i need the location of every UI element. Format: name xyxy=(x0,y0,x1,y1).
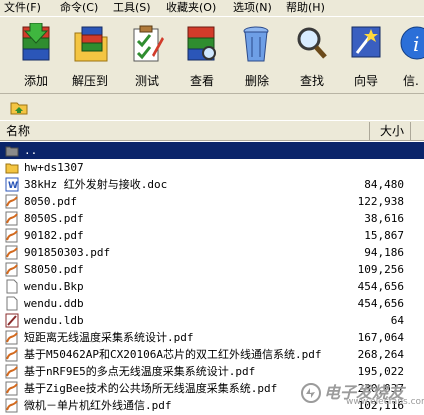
parent-folder-icon xyxy=(5,146,19,157)
pdf-file-icon xyxy=(5,228,18,243)
file-row[interactable]: wendu.Bkp 454,656 xyxy=(0,278,424,295)
file-size: 122,938 xyxy=(357,195,404,208)
file-name: wendu.ddb xyxy=(24,297,84,310)
delete-label: 删除 xyxy=(244,74,269,88)
test-button[interactable]: 测试 xyxy=(121,19,173,91)
file-row[interactable]: wendu.ddb 454,656 xyxy=(0,295,424,312)
database-file-icon xyxy=(5,313,19,328)
toolbar: 添加 解压到 测试 查看 删除 查找 向导 i 信. xyxy=(0,16,424,93)
address-bar xyxy=(0,93,424,121)
file-name: wendu.ldb xyxy=(24,314,84,327)
file-row[interactable]: 90182.pdf 15,867 xyxy=(0,227,424,244)
add-label: 添加 xyxy=(23,74,48,88)
menu-bar: 文件(F) 命令(C) 工具(S) 收藏夹(O) 选项(N) 帮助(H) xyxy=(0,0,424,15)
file-row[interactable]: W 38kHz 红外发射与接收.doc 84,480 xyxy=(0,176,424,193)
file-name: wendu.Bkp xyxy=(24,280,84,293)
pdf-file-icon xyxy=(5,245,18,260)
folder-icon xyxy=(5,163,19,174)
pdf-file-icon xyxy=(5,381,18,396)
menu-options[interactable]: 选项(N) xyxy=(233,0,272,15)
file-name: 微机－单片机红外线通信.pdf xyxy=(24,399,172,412)
file-row[interactable]: 8050.pdf 122,938 xyxy=(0,193,424,210)
pdf-file-icon xyxy=(5,262,18,277)
watermark: 电子发烧友 www.elecfans.com xyxy=(300,376,424,410)
file-size: 84,480 xyxy=(364,178,404,191)
parent-dir-row[interactable]: .. xyxy=(0,142,424,159)
file-name: hw+ds1307 xyxy=(24,161,84,174)
view-button[interactable]: 查看 xyxy=(176,19,228,91)
file-icon xyxy=(6,279,18,294)
pdf-file-icon xyxy=(5,398,18,413)
view-label: 查看 xyxy=(189,74,214,88)
view-books-icon xyxy=(187,26,216,61)
info-icon: i xyxy=(400,26,424,60)
menu-file[interactable]: 文件(F) xyxy=(4,0,41,15)
file-row[interactable]: 基于M50462AP和CX20106A芯片的双工红外线通信系统.pdf 268,2… xyxy=(0,346,424,363)
file-size: 454,656 xyxy=(357,280,404,293)
file-size: 94,186 xyxy=(364,246,404,259)
file-size: 167,064 xyxy=(357,331,404,344)
find-magnifier-icon xyxy=(297,27,327,59)
pdf-file-icon xyxy=(5,364,18,379)
file-size: 15,867 xyxy=(364,229,404,242)
file-row[interactable]: hw+ds1307 xyxy=(0,159,424,176)
word-doc-icon: W xyxy=(5,177,19,192)
file-name: 38kHz 红外发射与接收.doc xyxy=(24,178,168,191)
file-name: 8050.pdf xyxy=(24,195,77,208)
column-header-size[interactable]: 大小 xyxy=(371,122,411,140)
file-size: 268,264 xyxy=(357,348,404,361)
info-label: 信. xyxy=(403,74,419,88)
pdf-file-icon xyxy=(5,211,18,226)
file-row[interactable]: S8050.pdf 109,256 xyxy=(0,261,424,278)
file-size: 64 xyxy=(390,314,404,327)
file-list: 名称 大小 .. hw+ds1307 W 38kHz 红外发射与接收.doc 84,48… xyxy=(0,122,424,415)
extract-to-label: 解压到 xyxy=(71,74,108,88)
file-row[interactable]: 901850303.pdf 94,186 xyxy=(0,244,424,261)
list-header: 名称 大小 xyxy=(0,122,424,141)
svg-text:i: i xyxy=(413,32,419,56)
find-button[interactable]: 查找 xyxy=(286,19,338,91)
file-size: 38,616 xyxy=(364,212,404,225)
file-name: S8050.pdf xyxy=(24,263,84,276)
test-clipboard-icon xyxy=(133,25,164,62)
file-name: 短距离无线温度采集系统设计.pdf xyxy=(24,331,194,344)
watermark-logo-icon xyxy=(301,383,321,403)
menu-tools[interactable]: 工具(S) xyxy=(113,0,151,15)
extract-folder-icon xyxy=(74,26,108,62)
info-button[interactable]: i 信. xyxy=(395,19,424,91)
file-name: 基于ZigBee技术的公共场所无线温度采集系统.pdf xyxy=(24,382,278,395)
file-row[interactable]: 8050S.pdf 38,616 xyxy=(0,210,424,227)
file-row[interactable]: wendu.ldb 64 xyxy=(0,312,424,329)
pdf-file-icon xyxy=(5,347,18,362)
wizard-button[interactable]: 向导 xyxy=(340,19,392,91)
test-label: 测试 xyxy=(134,74,159,88)
file-row[interactable]: 短距离无线温度采集系统设计.pdf 167,064 xyxy=(0,329,424,346)
delete-trash-icon xyxy=(243,26,269,62)
menu-command[interactable]: 命令(C) xyxy=(60,0,98,15)
column-header-name[interactable]: 名称 xyxy=(0,122,370,140)
file-name: 90182.pdf xyxy=(24,229,84,242)
file-name: 901850303.pdf xyxy=(24,246,111,259)
file-name: 基于M50462AP和CX20106A芯片的双工红外线通信系统.pdf xyxy=(24,348,322,361)
wizard-label: 向导 xyxy=(353,74,378,88)
svg-text:W: W xyxy=(8,181,18,191)
extract-to-button[interactable]: 解压到 xyxy=(64,19,116,91)
file-icon xyxy=(6,296,18,311)
file-name: 8050S.pdf xyxy=(24,212,84,225)
pdf-file-icon xyxy=(5,194,18,209)
file-size: 454,656 xyxy=(357,297,404,310)
menu-favorites[interactable]: 收藏夹(O) xyxy=(166,0,216,15)
find-label: 查找 xyxy=(299,74,324,88)
pdf-file-icon xyxy=(5,330,18,345)
menu-help[interactable]: 帮助(H) xyxy=(286,0,325,15)
delete-button[interactable]: 删除 xyxy=(231,19,283,91)
add-button[interactable]: 添加 xyxy=(10,19,62,91)
up-folder-icon[interactable] xyxy=(10,98,28,116)
file-name: .. xyxy=(24,144,38,157)
file-size: 109,256 xyxy=(357,263,404,276)
wizard-icon xyxy=(351,26,381,58)
file-name: 基于nRF9E5的多点无线温度采集系统设计.pdf xyxy=(24,365,256,378)
add-books-icon xyxy=(22,23,50,61)
watermark-url: www.elecfans.com xyxy=(346,397,424,407)
